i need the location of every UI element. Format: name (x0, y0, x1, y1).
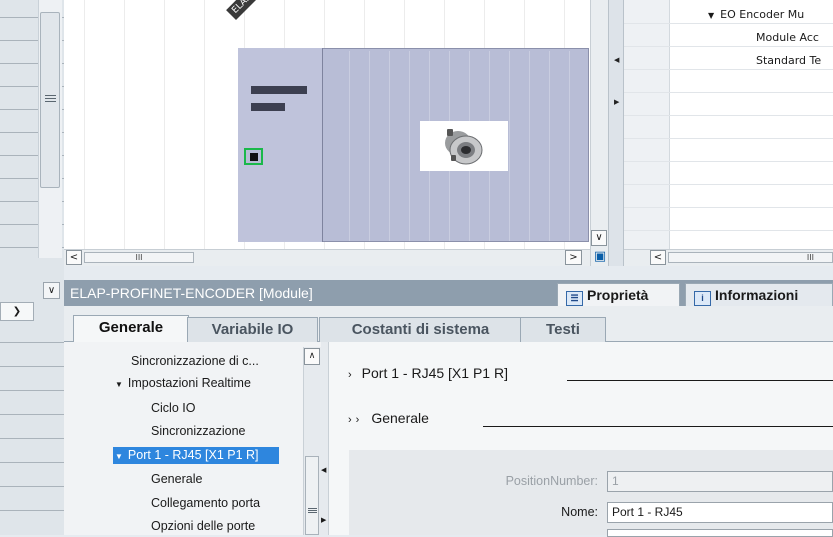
view-splitter[interactable]: ◀ ▶ (608, 0, 624, 266)
nav-item-impostazioni-realtime[interactable]: ▼ Impostazioni Realtime (115, 376, 251, 390)
table-row-divider (624, 46, 833, 47)
tab-generale[interactable]: Generale (73, 315, 189, 343)
nome-input[interactable]: Port 1 - RJ45 (607, 502, 833, 523)
table-row[interactable]: ▼ EO Encoder Mu (708, 8, 804, 21)
table-row-divider (624, 69, 833, 70)
tab-properties[interactable]: ☰ Proprietà (557, 283, 680, 306)
subsection-title: Generale (371, 410, 429, 426)
nav-splitter[interactable]: ◀ ▶ (321, 342, 329, 535)
tab-label: Proprietà (587, 287, 649, 303)
nav-item-collegamento-porta[interactable]: Collegamento porta (151, 496, 260, 510)
nav-scroll-thumb[interactable] (305, 456, 319, 535)
tab-variabile-io[interactable]: Variabile IO (187, 317, 318, 343)
overview-cell-label: Module Acc (756, 31, 819, 44)
subsection-header-generale[interactable]: › › Generale (348, 410, 429, 426)
nav-item-opzioni-delle-porte[interactable]: Opzioni delle porte (151, 519, 255, 533)
overview-row-header-column (624, 0, 670, 249)
table-row-divider (624, 161, 833, 162)
encoder-image (420, 121, 508, 171)
chevron-down-icon[interactable]: ∨ (591, 230, 607, 246)
tab-testi[interactable]: Testi (520, 317, 606, 343)
device-view-hscroll-thumb[interactable]: III (84, 252, 194, 263)
chevron-up-icon[interactable]: ∧ (304, 348, 320, 365)
device-label-bar (251, 103, 285, 111)
overview-cell-label: Standard Te (756, 54, 822, 67)
section-title: Port 1 - RJ45 [X1 P1 R] (361, 365, 508, 381)
tab-information[interactable]: i Informazioni (685, 283, 833, 306)
nav-item-sincronizzazione-di-c[interactable]: Sincronizzazione di c... (131, 354, 259, 368)
table-row-divider (624, 92, 833, 93)
table-row-divider (624, 230, 833, 231)
chevron-right-icon[interactable]: › (348, 369, 352, 381)
table-row-divider (624, 138, 833, 139)
ethernet-port-icon[interactable] (244, 148, 263, 165)
device-label-bar (251, 86, 307, 94)
device-view-vscrollbar[interactable] (590, 0, 608, 266)
expand-arrow-icon[interactable]: ▼ (708, 11, 714, 20)
nav-item-sincronizzazione[interactable]: Sincronizzazione (151, 424, 246, 438)
chevron-right-icon[interactable]: > (565, 250, 582, 265)
expand-arrow-icon[interactable]: ▼ (115, 452, 123, 461)
table-row-divider (624, 115, 833, 116)
nav-item-label: Impostazioni Realtime (127, 376, 251, 390)
table-row-divider (624, 184, 833, 185)
properties-icon: ☰ (566, 291, 583, 306)
nav-item-ciclo-io[interactable]: Ciclo IO (151, 401, 195, 415)
subsection-divider (483, 426, 833, 427)
info-icon: i (694, 291, 711, 306)
chevron-down-icon[interactable]: ∨ (43, 282, 60, 299)
expand-arrow-icon[interactable]: ▼ (115, 380, 123, 389)
position-number-field: 1 (607, 471, 833, 492)
position-number-label: PositionNumber: (505, 474, 598, 488)
tab-costanti-di-sistema[interactable]: Costanti di sistema (319, 317, 522, 343)
nav-item-port-1-rj45[interactable]: ▼ Port 1 - RJ45 [X1 P1 R] (115, 448, 259, 462)
inspector-title: ELAP-PROFINET-ENCODER [Module] (70, 285, 313, 301)
next-field[interactable] (607, 529, 833, 537)
nome-label: Nome: (561, 505, 598, 519)
overview-hscroll-thumb[interactable]: III (668, 252, 833, 263)
chevron-right-icon[interactable]: › (356, 414, 360, 426)
device-head-module[interactable] (238, 48, 323, 242)
chevron-left-icon[interactable]: < (650, 250, 666, 265)
overview-navigation-icon[interactable]: ▣ (592, 249, 608, 265)
chevron-right-icon[interactable]: ❯ (0, 302, 34, 321)
section-header-port[interactable]: › Port 1 - RJ45 [X1 P1 R] (348, 365, 508, 381)
nav-item-label: Port 1 - RJ45 [X1 P1 R] (127, 448, 259, 462)
chevron-right-icon[interactable]: › (348, 414, 352, 426)
table-row[interactable]: Standard Te (756, 54, 821, 67)
section-divider (567, 380, 833, 381)
left-panel-scroll-thumb[interactable] (40, 12, 60, 188)
nav-item-generale[interactable]: Generale (151, 472, 202, 486)
overview-cell-label: EO Encoder Mu (720, 8, 805, 21)
chevron-left-icon[interactable]: < (66, 250, 82, 265)
tab-label: Informazioni (715, 287, 799, 303)
table-row-divider (624, 207, 833, 208)
table-row[interactable]: Module Acc (756, 31, 819, 44)
table-row-divider (624, 23, 833, 24)
